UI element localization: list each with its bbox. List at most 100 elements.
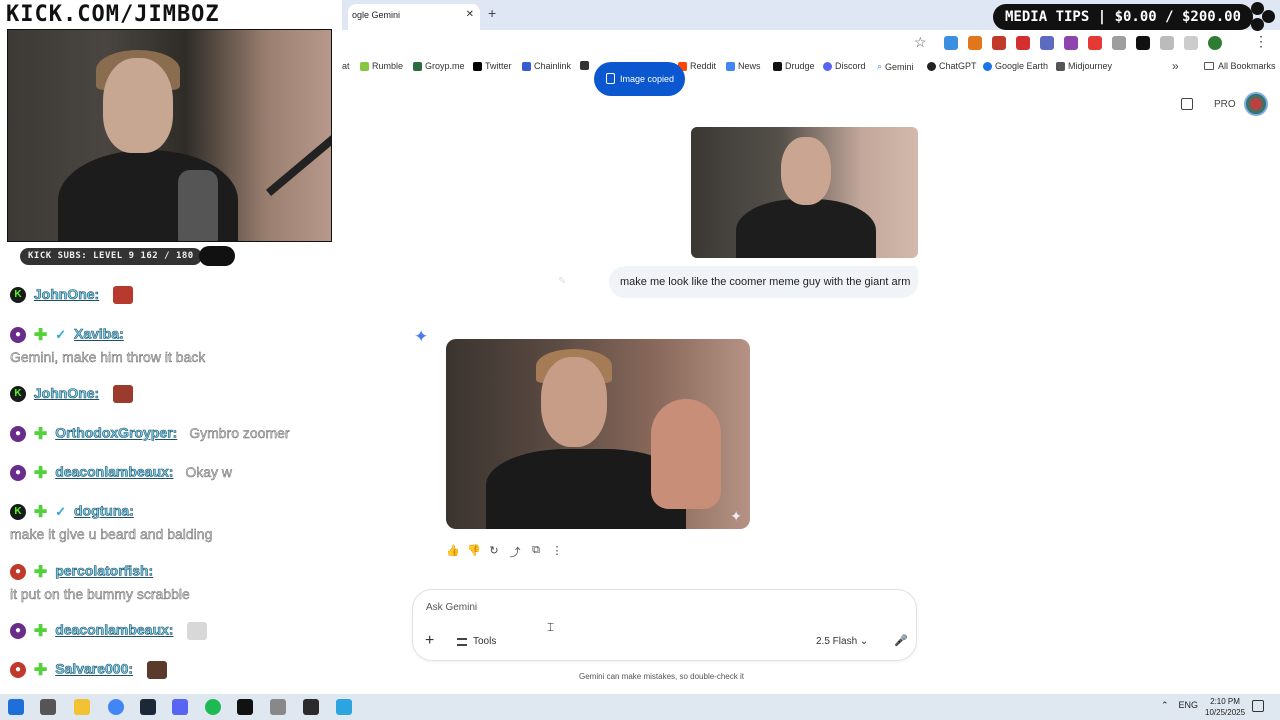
bookmark-label: Discord (835, 61, 866, 71)
new-tab-icon[interactable]: + (488, 5, 496, 21)
metamask-icon[interactable] (968, 36, 982, 50)
system-tray: ⌃ ENG (1161, 700, 1198, 711)
notification-icon[interactable] (1252, 700, 1264, 712)
extension-icon[interactable] (1016, 36, 1030, 50)
task-view-icon[interactable] (40, 699, 56, 715)
sidepanel-icon[interactable] (1184, 36, 1198, 50)
edit-icon[interactable]: ✎ (558, 276, 566, 287)
thumbs-up-icon[interactable]: 👍 (446, 544, 460, 560)
bookmark-reddit[interactable]: Reddit (678, 61, 716, 71)
bookmark-drudge[interactable]: Drudge (773, 61, 815, 71)
bookmark-label: Reddit (690, 61, 717, 71)
bookmark-midjourney[interactable]: Midjourney (1056, 61, 1112, 71)
avatar[interactable] (1244, 92, 1268, 116)
bookmark-chatgpt[interactable]: ChatGPT (927, 61, 977, 71)
start-icon[interactable] (8, 699, 24, 715)
clock-date: 10/25/2025 (1205, 708, 1246, 717)
model-selector[interactable]: 2.5 Flash ⌄ (816, 636, 868, 647)
copy-icon[interactable]: ⧉ (530, 544, 542, 560)
generated-image[interactable]: ✦ (446, 339, 750, 529)
input-placeholder[interactable]: Ask Gemini (426, 602, 477, 613)
app-icon[interactable] (270, 699, 286, 715)
chat-text: it put on the bummy scrabble (10, 586, 190, 602)
screen: ogle Gemini ✕ + ☆ ⋮ at Rumble Groyp.me T… (0, 0, 1280, 720)
bookmark-label: Chainlink (534, 61, 572, 71)
extension-icon[interactable] (1040, 36, 1054, 50)
tools-button[interactable]: Tools (457, 636, 496, 647)
image-head (541, 357, 607, 447)
clock-time: 2:10 PM (1210, 697, 1240, 706)
bookmark-rumble[interactable]: Rumble (360, 61, 403, 71)
star-icon[interactable]: ☆ (914, 34, 927, 51)
bookmark-news[interactable]: News (726, 61, 761, 71)
all-bookmarks[interactable]: All Bookmarks (1204, 61, 1276, 71)
gemini-spark-icon: ✦ (414, 327, 429, 346)
thumbs-down-icon[interactable]: 👎 (467, 544, 481, 560)
chat-message: ● ✚ deaconlambeaux: (10, 621, 208, 641)
steam-icon[interactable] (140, 699, 156, 715)
chevron-up-icon[interactable]: ⌃ (1161, 700, 1169, 711)
kick-badge-icon: K (10, 287, 26, 304)
tools-label: Tools (473, 636, 497, 647)
file-explorer-icon[interactable] (74, 699, 90, 715)
webcam-head (103, 58, 173, 153)
microphone (178, 170, 218, 241)
close-icon[interactable]: ✕ (466, 9, 474, 20)
chevron-down-icon: ⌄ (859, 636, 869, 647)
language-indicator[interactable]: ENG (1179, 700, 1199, 711)
bookmark-google-earth[interactable]: Google Earth (983, 61, 1048, 71)
bookmark-label: Midjourney (1068, 61, 1113, 71)
spotify-icon[interactable] (205, 699, 221, 715)
chat-text: Gymbro zoomer (189, 424, 290, 441)
more-icon[interactable]: ⋮ (551, 544, 563, 560)
bookmark-chainlink[interactable]: Chainlink (522, 61, 571, 71)
bookmark-label: News (738, 61, 761, 71)
chat-username: deaconlambeaux: (55, 621, 174, 638)
prompt-input[interactable]: Ask Gemini + Tools 2.5 Flash ⌄ 🎤 (412, 589, 917, 661)
clock[interactable]: 2:10 PM 10/25/2025 (1205, 696, 1245, 718)
chat-message: ● ✚ percolatorfish: (10, 562, 154, 582)
extension-icon[interactable] (1064, 36, 1078, 50)
bookmark-twitter[interactable]: Twitter (473, 61, 512, 71)
bookmark-groyp[interactable]: Groyp.me (413, 61, 465, 71)
kick-badge-icon: K (10, 504, 26, 520)
pro-badge[interactable]: PRO (1214, 99, 1236, 110)
microphone-icon[interactable]: 🎤 (894, 634, 908, 647)
tab-gemini[interactable]: ogle Gemini ✕ (348, 4, 480, 30)
chat-message: K JohnOne: (10, 286, 134, 305)
bookmark[interactable]: at (342, 61, 350, 71)
copy-icon (606, 73, 615, 84)
tab-title: ogle Gemini (352, 10, 401, 20)
add-icon[interactable]: + (425, 632, 434, 650)
puzzle-icon[interactable] (1160, 36, 1174, 50)
plus-badge-icon: ✚ (33, 662, 48, 679)
bookmark-folder[interactable] (580, 61, 589, 70)
bookmark-discord[interactable]: Discord (823, 61, 866, 71)
chrome-icon[interactable] (108, 699, 124, 715)
history-icon[interactable] (1181, 98, 1193, 110)
extension-icon[interactable] (1112, 36, 1126, 50)
chat-message: ● ✚ Salvare000: (10, 660, 167, 680)
uploaded-image[interactable] (691, 127, 918, 258)
obs-icon[interactable] (303, 699, 319, 715)
app-icon[interactable] (237, 699, 253, 715)
telegram-icon[interactable] (336, 699, 352, 715)
bookmark-gemini[interactable]: ⌕ Gemini (877, 61, 914, 72)
discord-icon[interactable] (172, 699, 188, 715)
menu-icon[interactable]: ⋮ (1254, 33, 1268, 50)
bookmark-label: Drudge (785, 61, 815, 71)
bookmarks-bar: at Rumble Groyp.me Twitter Chainlink Red… (340, 58, 1280, 76)
extension-icon[interactable] (1088, 36, 1102, 50)
extension-icon[interactable] (944, 36, 958, 50)
plus-badge-icon: ✚ (33, 623, 48, 640)
x-icon (473, 61, 482, 71)
share-icon[interactable]: ⤴ (509, 544, 521, 560)
extension-icon[interactable] (992, 36, 1006, 50)
regenerate-icon[interactable]: ↻ (488, 544, 500, 560)
profile-icon[interactable] (1208, 36, 1222, 50)
chat-message: K ✚ ✓ dogtuna: (10, 502, 134, 522)
chainlink-icon (522, 61, 531, 71)
chevron-right-icon[interactable]: » (1172, 59, 1179, 73)
x-icon[interactable] (1136, 36, 1150, 50)
drudge-icon (773, 61, 782, 71)
